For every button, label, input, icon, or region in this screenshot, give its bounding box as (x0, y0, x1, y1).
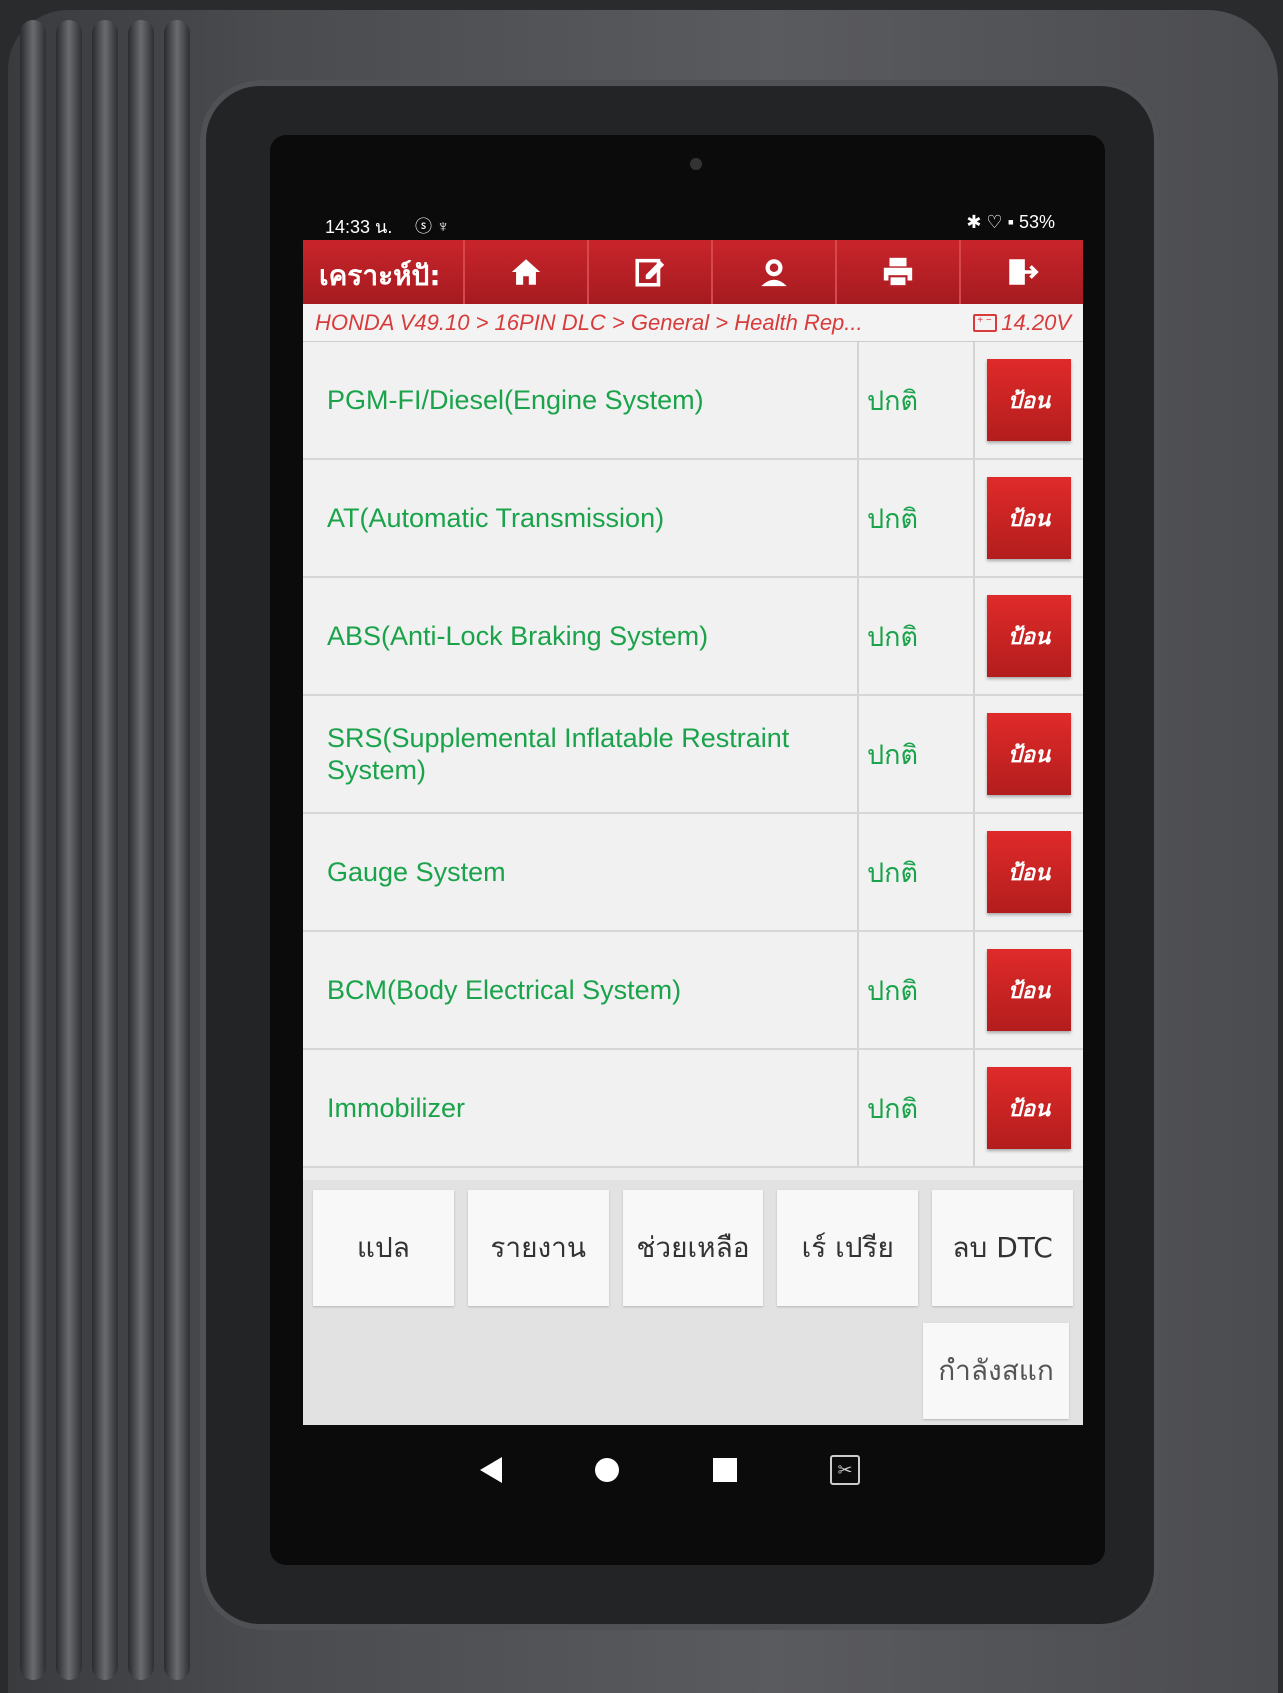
system-status: ปกติ (859, 578, 975, 694)
report-button[interactable]: รายงาน (467, 1190, 609, 1306)
system-name: AT(Automatic Transmission) (303, 460, 859, 576)
status-right: ✱ ♡ ▪ 53% (966, 212, 1055, 233)
system-name: Gauge System (303, 814, 859, 930)
system-status: ปกติ (859, 696, 975, 812)
diagnostic-app: เคราะห์ปั: HONDA V49.10 > 16PIN DLC > Ge… (303, 240, 1083, 1425)
enter-button[interactable]: ป้อน (987, 1067, 1071, 1149)
exit-icon (1009, 259, 1039, 285)
device-grip (20, 20, 210, 1680)
translate-button[interactable]: แปล (313, 1190, 454, 1306)
home-nav-icon[interactable] (595, 1458, 620, 1482)
print-button[interactable] (835, 240, 959, 304)
edit-icon (635, 258, 665, 287)
bottom-action-bar: แปล รายงาน ช่วยเหลือ เร์ เปรีย ลบ DTC กำ… (303, 1180, 1083, 1425)
system-name: Immobilizer (303, 1050, 859, 1166)
table-row: AT(Automatic Transmission) ปกติ ป้อน (303, 460, 1083, 578)
enter-button[interactable]: ป้อน (987, 477, 1071, 559)
system-status: ปกติ (859, 460, 975, 576)
breadcrumb-bar: HONDA V49.10 > 16PIN DLC > General > Hea… (303, 304, 1083, 342)
app-title: เคราะห์ปั: (319, 259, 441, 292)
voltage-display: 14.20V (973, 310, 1071, 336)
home-icon (511, 259, 541, 285)
system-status: ปกติ (859, 1050, 975, 1166)
status-right-icons: ✱ ♡ ▪ (966, 212, 1014, 232)
system-name: PGM-FI/Diesel(Engine System) (303, 342, 859, 458)
system-status: ปกติ (859, 342, 975, 458)
home-button[interactable] (463, 240, 587, 304)
top-toolbar: เคราะห์ปั: (303, 240, 1083, 304)
voltage-value: 14.20V (1001, 309, 1071, 335)
support-icon (761, 259, 787, 287)
table-row: BCM(Body Electrical System) ปกติ ป้อน (303, 932, 1083, 1050)
enter-button[interactable]: ป้อน (987, 831, 1071, 913)
table-row: Immobilizer ปกติ ป้อน (303, 1050, 1083, 1168)
system-name: SRS(Supplemental Inflatable Restraint Sy… (303, 696, 859, 812)
support-button[interactable] (711, 240, 835, 304)
status-time: 14:33 น. (325, 217, 393, 237)
system-list: PGM-FI/Diesel(Engine System) ปกติ ป้อน A… (303, 342, 1083, 1168)
screenshot-icon[interactable]: ✂ (829, 1455, 860, 1485)
android-nav-bar: ✂ (480, 1445, 860, 1495)
recent-apps-icon[interactable] (712, 1458, 737, 1482)
back-icon[interactable] (480, 1457, 502, 1483)
clear-dtc-button[interactable]: ลบ DTC (932, 1190, 1073, 1306)
enter-button[interactable]: ป้อน (987, 713, 1071, 795)
table-row: Gauge System ปกติ ป้อน (303, 814, 1083, 932)
exit-button[interactable] (959, 240, 1083, 304)
system-status: ปกติ (859, 814, 975, 930)
print-icon (883, 257, 913, 288)
enter-button[interactable]: ป้อน (987, 949, 1071, 1031)
edit-button[interactable] (587, 240, 711, 304)
battery-voltage-icon (973, 313, 998, 332)
battery-percent: 53% (1018, 212, 1055, 232)
table-row: ABS(Anti-Lock Braking System) ปกติ ป้อน (303, 578, 1083, 696)
system-name: BCM(Body Electrical System) (303, 932, 859, 1048)
breadcrumb: HONDA V49.10 > 16PIN DLC > General > Hea… (315, 309, 863, 335)
compare-button[interactable]: เร์ เปรีย (777, 1190, 919, 1306)
status-bar: 14:33 น. ⓢ ♆ ✱ ♡ ▪ 53% (305, 212, 1075, 240)
enter-button[interactable]: ป้อน (987, 359, 1071, 441)
enter-button[interactable]: ป้อน (987, 595, 1071, 677)
system-name: ABS(Anti-Lock Braking System) (303, 578, 859, 694)
table-row: SRS(Supplemental Inflatable Restraint Sy… (303, 696, 1083, 814)
system-status: ปกติ (859, 932, 975, 1048)
scanning-button[interactable]: กำลังสแก (923, 1323, 1069, 1419)
status-left-icons: ⓢ ♆ (415, 217, 450, 236)
table-row: PGM-FI/Diesel(Engine System) ปกติ ป้อน (303, 342, 1083, 460)
camera-icon (690, 158, 702, 170)
help-button[interactable]: ช่วยเหลือ (622, 1190, 764, 1306)
